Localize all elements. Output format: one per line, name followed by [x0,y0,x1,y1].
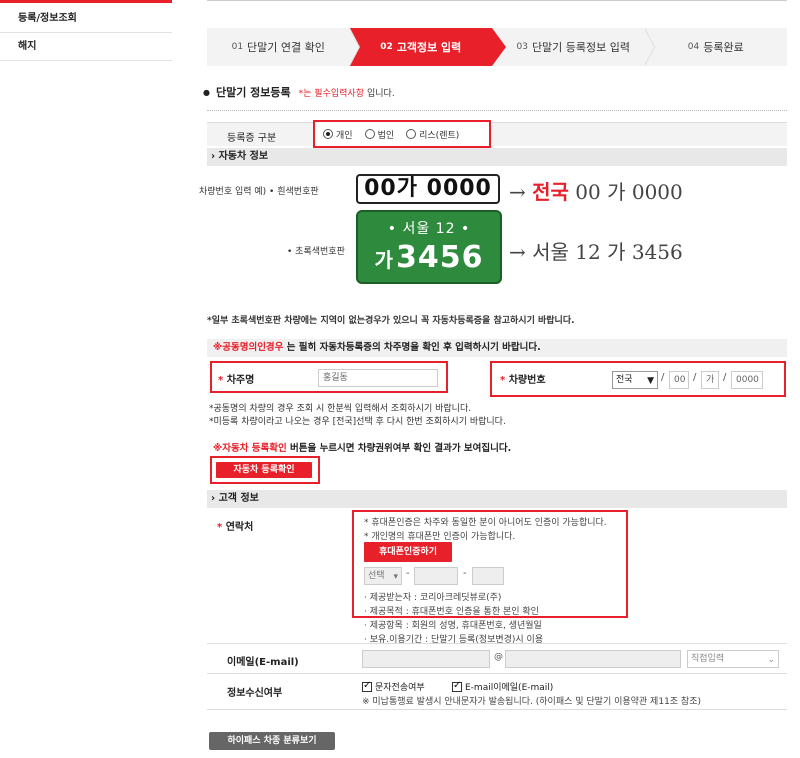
phone-auth-button[interactable]: 휴대폰인증하기 [364,542,452,562]
reg-type-radio-group: 개인 법인 리스(렌트) [313,120,491,148]
sidebar: 등록/정보조회 해지 [0,0,172,61]
reg-type-label: 등록증 구분 [227,133,277,144]
step-2-active: 02 고객정보 입력 [349,28,506,66]
car-region-select[interactable]: 전국 ▼ [612,371,658,389]
vehicle-class-button[interactable]: 하이패스 차종 분류보기 [209,732,335,750]
contact-row: * 연락처 * 휴대폰인증은 차주와 동일한 분이 아니어도 인증이 가능합니다… [207,508,787,645]
white-plate-result: → 전국 00 가 0000 [509,180,683,204]
green-plate-label: • 초록색번호판 [287,247,345,257]
car-number-box: * 차량번호 전국 ▼ / 00 / 가 / 0000 [490,361,786,397]
step-3: 03 단말기 등록정보 입력 [492,28,655,66]
checkbox-checked-icon [452,680,462,692]
chevron-down-icon: ▼ [647,376,654,386]
contact-box: * 휴대폰인증은 차주와 동일한 분이 아니어도 인증이 가능합니다. * 개인… [352,510,628,618]
owner-name-label: 차주명 [226,375,255,386]
consent-label: 정보수신여부 [227,688,283,699]
contact-label: 연락처 [225,522,254,533]
step-1: 01 단말기 연결 확인 [207,28,360,66]
sms-consent-checkbox[interactable]: 문자전송여부 [362,680,425,693]
email-domain-select[interactable]: 직접입력 ⌄ [687,650,779,668]
email-row: 이메일(E-mail) @ 직접입력 ⌄ [207,644,787,674]
green-plate-note: *일부 초록색번호판 차량에는 지역이 없는경우가 있으니 꼭 자동차등록증을 … [207,316,575,326]
email-id-input[interactable] [362,650,490,668]
joint-owner-notice: ※공동명의인경우 는 필히 자동차등록증의 차주명을 확인 후 입력하시기 바랍… [207,339,787,357]
page-title: ● 단말기 정보등록 *는 필수입력사항 입니다. [203,86,395,99]
owner-name-box: * 차주명 홍길동 [210,361,448,393]
plate-example-label: 차량번호 입력 예) • 흰색번호판 [199,187,319,197]
consent-note: ※ 미납통행료 발생시 안내문자가 발송됩니다. (하이패스 및 단말기 이용약… [362,697,702,707]
consent-row: 정보수신여부 문자전송여부 E-mail이메일(E-mail) ※ 미납통행료 … [207,674,787,710]
vehicle-check-box: 자동차 등록확인 [210,456,320,484]
chevron-down-icon: ⌄ [767,655,775,665]
radio-corporate[interactable]: 법인 [364,128,394,141]
reg-type-row: 등록증 구분 개인 법인 리스(렌트) [207,120,787,148]
car-number-label: 차량번호 [508,375,546,386]
phone-middle-input[interactable] [414,567,458,585]
unregistered-note: *미등록 차량이라고 나오는 경우 [전국]선택 후 다시 한번 조회하시기 바… [209,417,506,427]
green-plate-result: → 서울 12 가 3456 [509,240,683,264]
radio-lease[interactable]: 리스(렌트) [406,128,459,141]
sidebar-active-bar [0,0,172,3]
radio-checked-icon [323,129,333,139]
step-4: 04 등록완료 [687,41,744,54]
car-number-part3[interactable]: 0000 [731,371,763,389]
chevron-down-icon: ▾ [393,572,398,582]
email-consent-checkbox[interactable]: E-mail이메일(E-mail) [452,680,553,693]
sidebar-item-cancel[interactable]: 해지 [0,33,172,61]
email-domain-input[interactable] [505,650,681,668]
car-number-part1[interactable]: 00 [669,371,689,389]
sidebar-item-register-lookup[interactable]: 등록/정보조회 [0,5,172,33]
customer-table: * 연락처 * 휴대폰인증은 차주와 동일한 분이 아니어도 인증이 가능합니다… [207,508,787,710]
vehicle-check-button[interactable]: 자동차 등록확인 [216,462,312,478]
radio-icon [406,129,417,139]
checkbox-checked-icon [362,680,372,692]
owner-name-input[interactable]: 홍길동 [318,369,438,387]
white-plate-example: 00가 0000 [356,174,500,204]
phone-prefix-select[interactable]: 선택 ▾ [364,567,402,585]
radio-icon [364,129,375,139]
radio-personal[interactable]: 개인 [323,128,353,141]
email-label: 이메일(E-mail) [227,657,299,668]
required-note: *는 필수입력사항 [298,88,364,99]
car-number-part2[interactable]: 가 [701,371,719,389]
joint-owner-note: *공동명의 차량의 경우 조회 시 한분씩 입력해서 조회하시기 바랍니다. [209,404,472,414]
step-progress: 01 단말기 연결 확인 02 고객정보 입력 03 단말기 등록정보 입력 0… [207,28,787,66]
customer-info-header: › 고객 정보 [207,490,787,508]
vehicle-info-header: › 자동차 정보 [207,148,787,166]
green-plate-example: • 서울 12 • 가3456 [356,210,502,284]
phone-last-input[interactable] [472,567,504,585]
bullet-icon: ● [203,87,210,97]
